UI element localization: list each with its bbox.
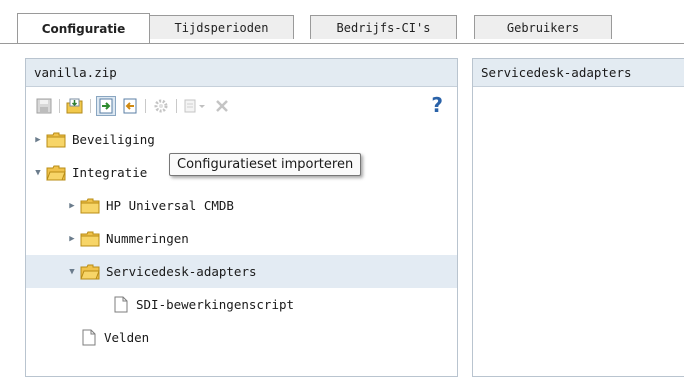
tab-bar: Configuratie Tijdsperioden Bedrijfs-CI's… [0, 0, 684, 45]
tree-item-beveiliging[interactable]: ▶ Beveiliging [26, 123, 457, 156]
detail-panel-title: Servicedesk-adapters [473, 59, 684, 87]
tab-gebruikers[interactable]: Gebruikers [474, 15, 612, 39]
delete-icon[interactable] [212, 96, 232, 116]
detail-panel: Servicedesk-adapters [472, 58, 684, 377]
tree-item-label: Nummeringen [106, 231, 189, 246]
settings-icon[interactable] [151, 96, 171, 116]
toolbar-separator [145, 99, 146, 113]
tab-tijdsperioden[interactable]: Tijdsperioden [149, 15, 294, 39]
tree-item-label: SDI-bewerkingenscript [136, 297, 295, 312]
expand-arrow-icon[interactable]: ▶ [32, 134, 44, 146]
toolbar-separator [59, 99, 60, 113]
folder-icon [80, 198, 100, 213]
panel-title-text: vanilla.zip [34, 65, 117, 80]
restore-icon[interactable] [120, 96, 140, 116]
export-config-icon[interactable] [65, 96, 85, 116]
save-icon[interactable] [34, 96, 54, 116]
expand-arrow-icon[interactable]: ▶ [66, 200, 78, 212]
tree-item-nummeringen[interactable]: ▶ Nummeringen [26, 222, 457, 255]
toolbar: ? [34, 93, 449, 118]
folder-icon [46, 132, 66, 147]
toolbar-separator [176, 99, 177, 113]
folder-open-icon [46, 165, 66, 180]
tree-item-hp-universal-cmdb[interactable]: ▶ HP Universal CMDB [26, 189, 457, 222]
tab-configuratie[interactable]: Configuratie [17, 13, 150, 44]
tree-item-servicedesk-adapters[interactable]: ▼ Servicedesk-adapters [26, 255, 457, 288]
tree-item-label: Beveiliging [72, 132, 155, 147]
tab-divider [0, 43, 684, 44]
expand-arrow-icon[interactable]: ▶ [66, 233, 78, 245]
tree-item-sdi-bewerkingenscript[interactable]: SDI-bewerkingenscript [26, 288, 457, 321]
help-icon[interactable]: ? [431, 93, 443, 117]
tab-bedrijfs-cis[interactable]: Bedrijfs-CI's [310, 15, 457, 39]
detail-panel-title-text: Servicedesk-adapters [481, 65, 632, 80]
collapse-arrow-icon[interactable]: ▼ [32, 167, 44, 179]
add-icon[interactable] [182, 96, 208, 116]
toolbar-separator [90, 99, 91, 113]
document-icon [82, 329, 96, 346]
import-config-icon[interactable] [96, 96, 116, 116]
tree-item-label: Servicedesk-adapters [106, 264, 257, 279]
document-icon [114, 296, 128, 313]
folder-open-icon [80, 264, 100, 279]
import-tooltip: Configuratieset importeren [169, 153, 362, 176]
tree-item-velden[interactable]: Velden [26, 321, 457, 354]
collapse-arrow-icon[interactable]: ▼ [66, 266, 78, 278]
folder-icon [80, 231, 100, 246]
tree-item-label: Velden [104, 330, 150, 345]
panel-title: vanilla.zip [26, 59, 457, 87]
configuration-panel: vanilla.zip ? ▶ Beveiliging ▼ Integratie… [25, 58, 458, 377]
tree-item-label: Integratie [72, 165, 148, 180]
tree-item-label: HP Universal CMDB [106, 198, 234, 213]
